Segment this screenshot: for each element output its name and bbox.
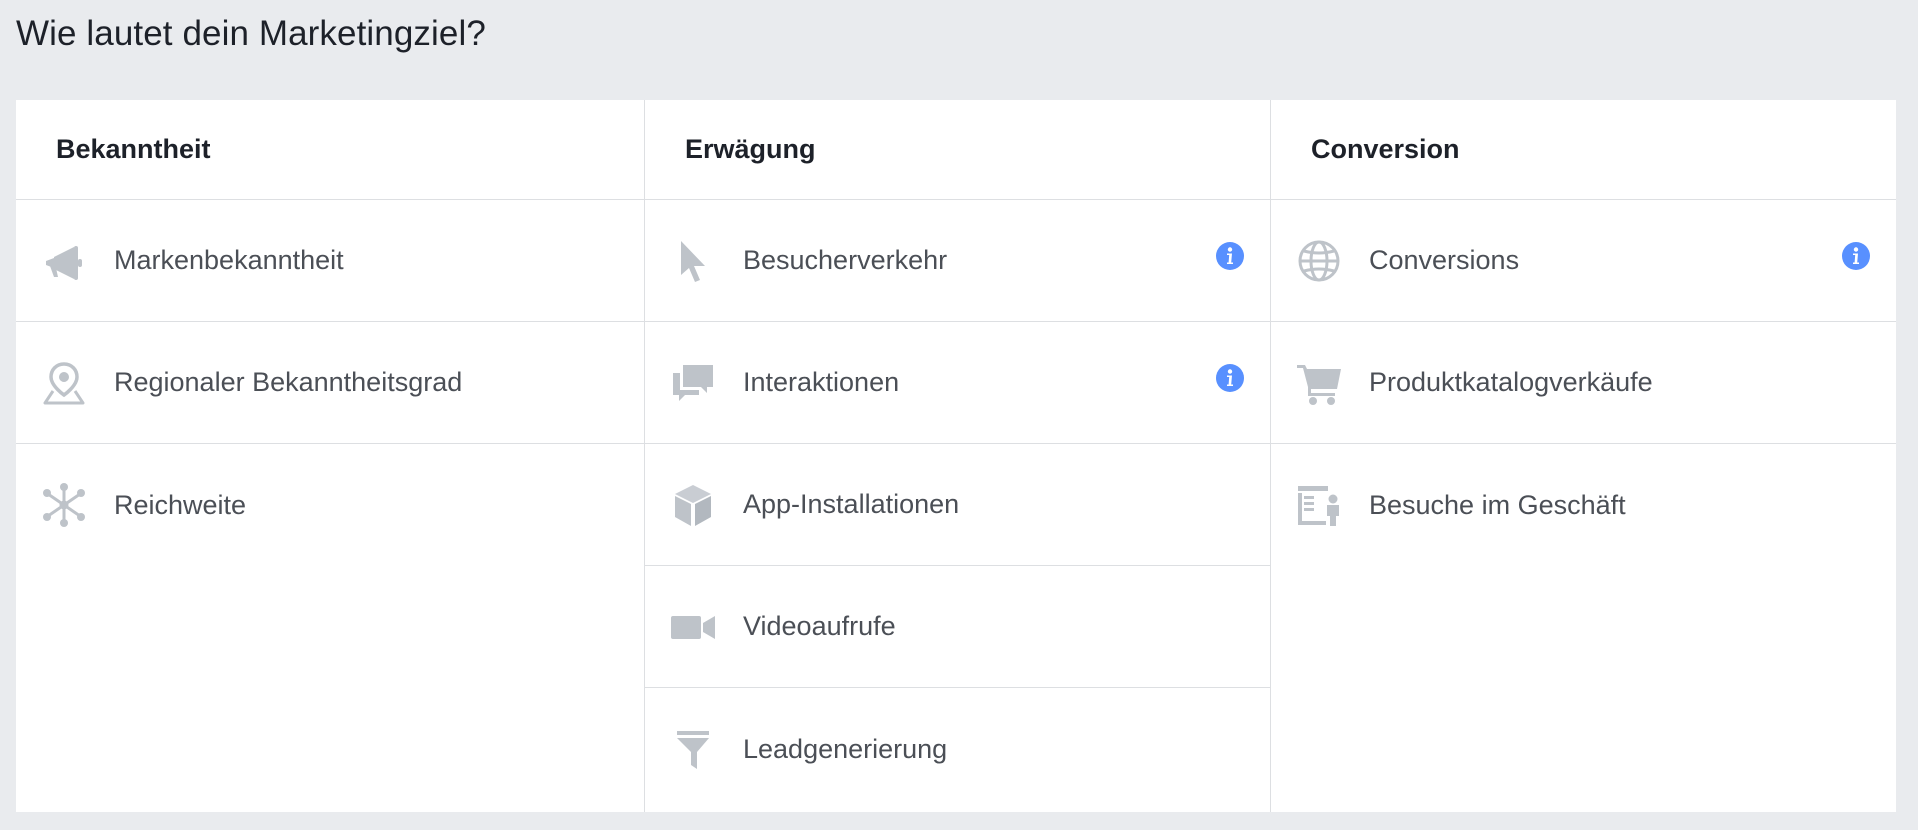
objective-label: Besucherverkehr	[743, 245, 948, 275]
objective-app-installs[interactable]: App-Installationen	[645, 444, 1270, 566]
objective-brand-awareness[interactable]: Markenbekanntheit	[16, 200, 644, 322]
objective-catalog-sales[interactable]: Produktkatalogverkäufe	[1271, 322, 1896, 444]
objective-lead-generation[interactable]: Leadgenerierung	[645, 688, 1270, 810]
objective-label: App-Installationen	[743, 489, 960, 519]
objective-engagement[interactable]: Interaktionen	[645, 322, 1270, 444]
objective-label: Conversions	[1369, 245, 1520, 275]
objective-label: Videoaufrufe	[743, 611, 896, 641]
globe-icon	[1295, 237, 1343, 285]
store-visitor-icon	[1295, 481, 1343, 529]
objective-local-awareness[interactable]: Regionaler Bekanntheitsgrad	[16, 322, 644, 444]
column-header-awareness: Bekanntheit	[16, 100, 644, 200]
video-camera-icon	[669, 603, 717, 651]
chat-bubbles-icon	[669, 359, 717, 407]
column-consideration: Erwägung Besucherverkehr Interaktionen A…	[644, 100, 1270, 812]
shopping-cart-icon	[1295, 359, 1343, 407]
cursor-icon	[669, 237, 717, 285]
objective-video-views[interactable]: Videoaufrufe	[645, 566, 1270, 688]
column-conversion: Conversion Conversions Produktkatalogver…	[1270, 100, 1896, 812]
page-title: Wie lautet dein Marketingziel?	[16, 14, 486, 53]
objective-label: Markenbekanntheit	[114, 245, 344, 275]
objective-traffic[interactable]: Besucherverkehr	[645, 200, 1270, 322]
objectives-panel: Bekanntheit Markenbekanntheit Regionaler…	[16, 100, 1896, 812]
column-header-consideration: Erwägung	[645, 100, 1270, 200]
map-pin-icon	[40, 359, 88, 407]
objective-store-visits[interactable]: Besuche im Geschäft	[1271, 444, 1896, 566]
info-icon[interactable]	[1842, 242, 1870, 270]
column-awareness: Bekanntheit Markenbekanntheit Regionaler…	[16, 100, 644, 812]
info-icon[interactable]	[1216, 242, 1244, 270]
objective-reach[interactable]: Reichweite	[16, 444, 644, 566]
objective-label: Interaktionen	[743, 367, 900, 397]
funnel-icon	[669, 725, 717, 773]
objective-label: Produktkatalogverkäufe	[1369, 367, 1653, 397]
objective-label: Reichweite	[114, 489, 247, 520]
objective-label: Leadgenerierung	[743, 733, 948, 764]
network-icon	[40, 481, 88, 529]
column-header-conversion: Conversion	[1271, 100, 1896, 200]
objective-label: Regionaler Bekanntheitsgrad	[114, 367, 463, 397]
objective-label: Besuche im Geschäft	[1369, 489, 1626, 520]
objective-conversions[interactable]: Conversions	[1271, 200, 1896, 322]
megaphone-icon	[40, 237, 88, 285]
cube-icon	[669, 481, 717, 529]
info-icon[interactable]	[1216, 364, 1244, 392]
